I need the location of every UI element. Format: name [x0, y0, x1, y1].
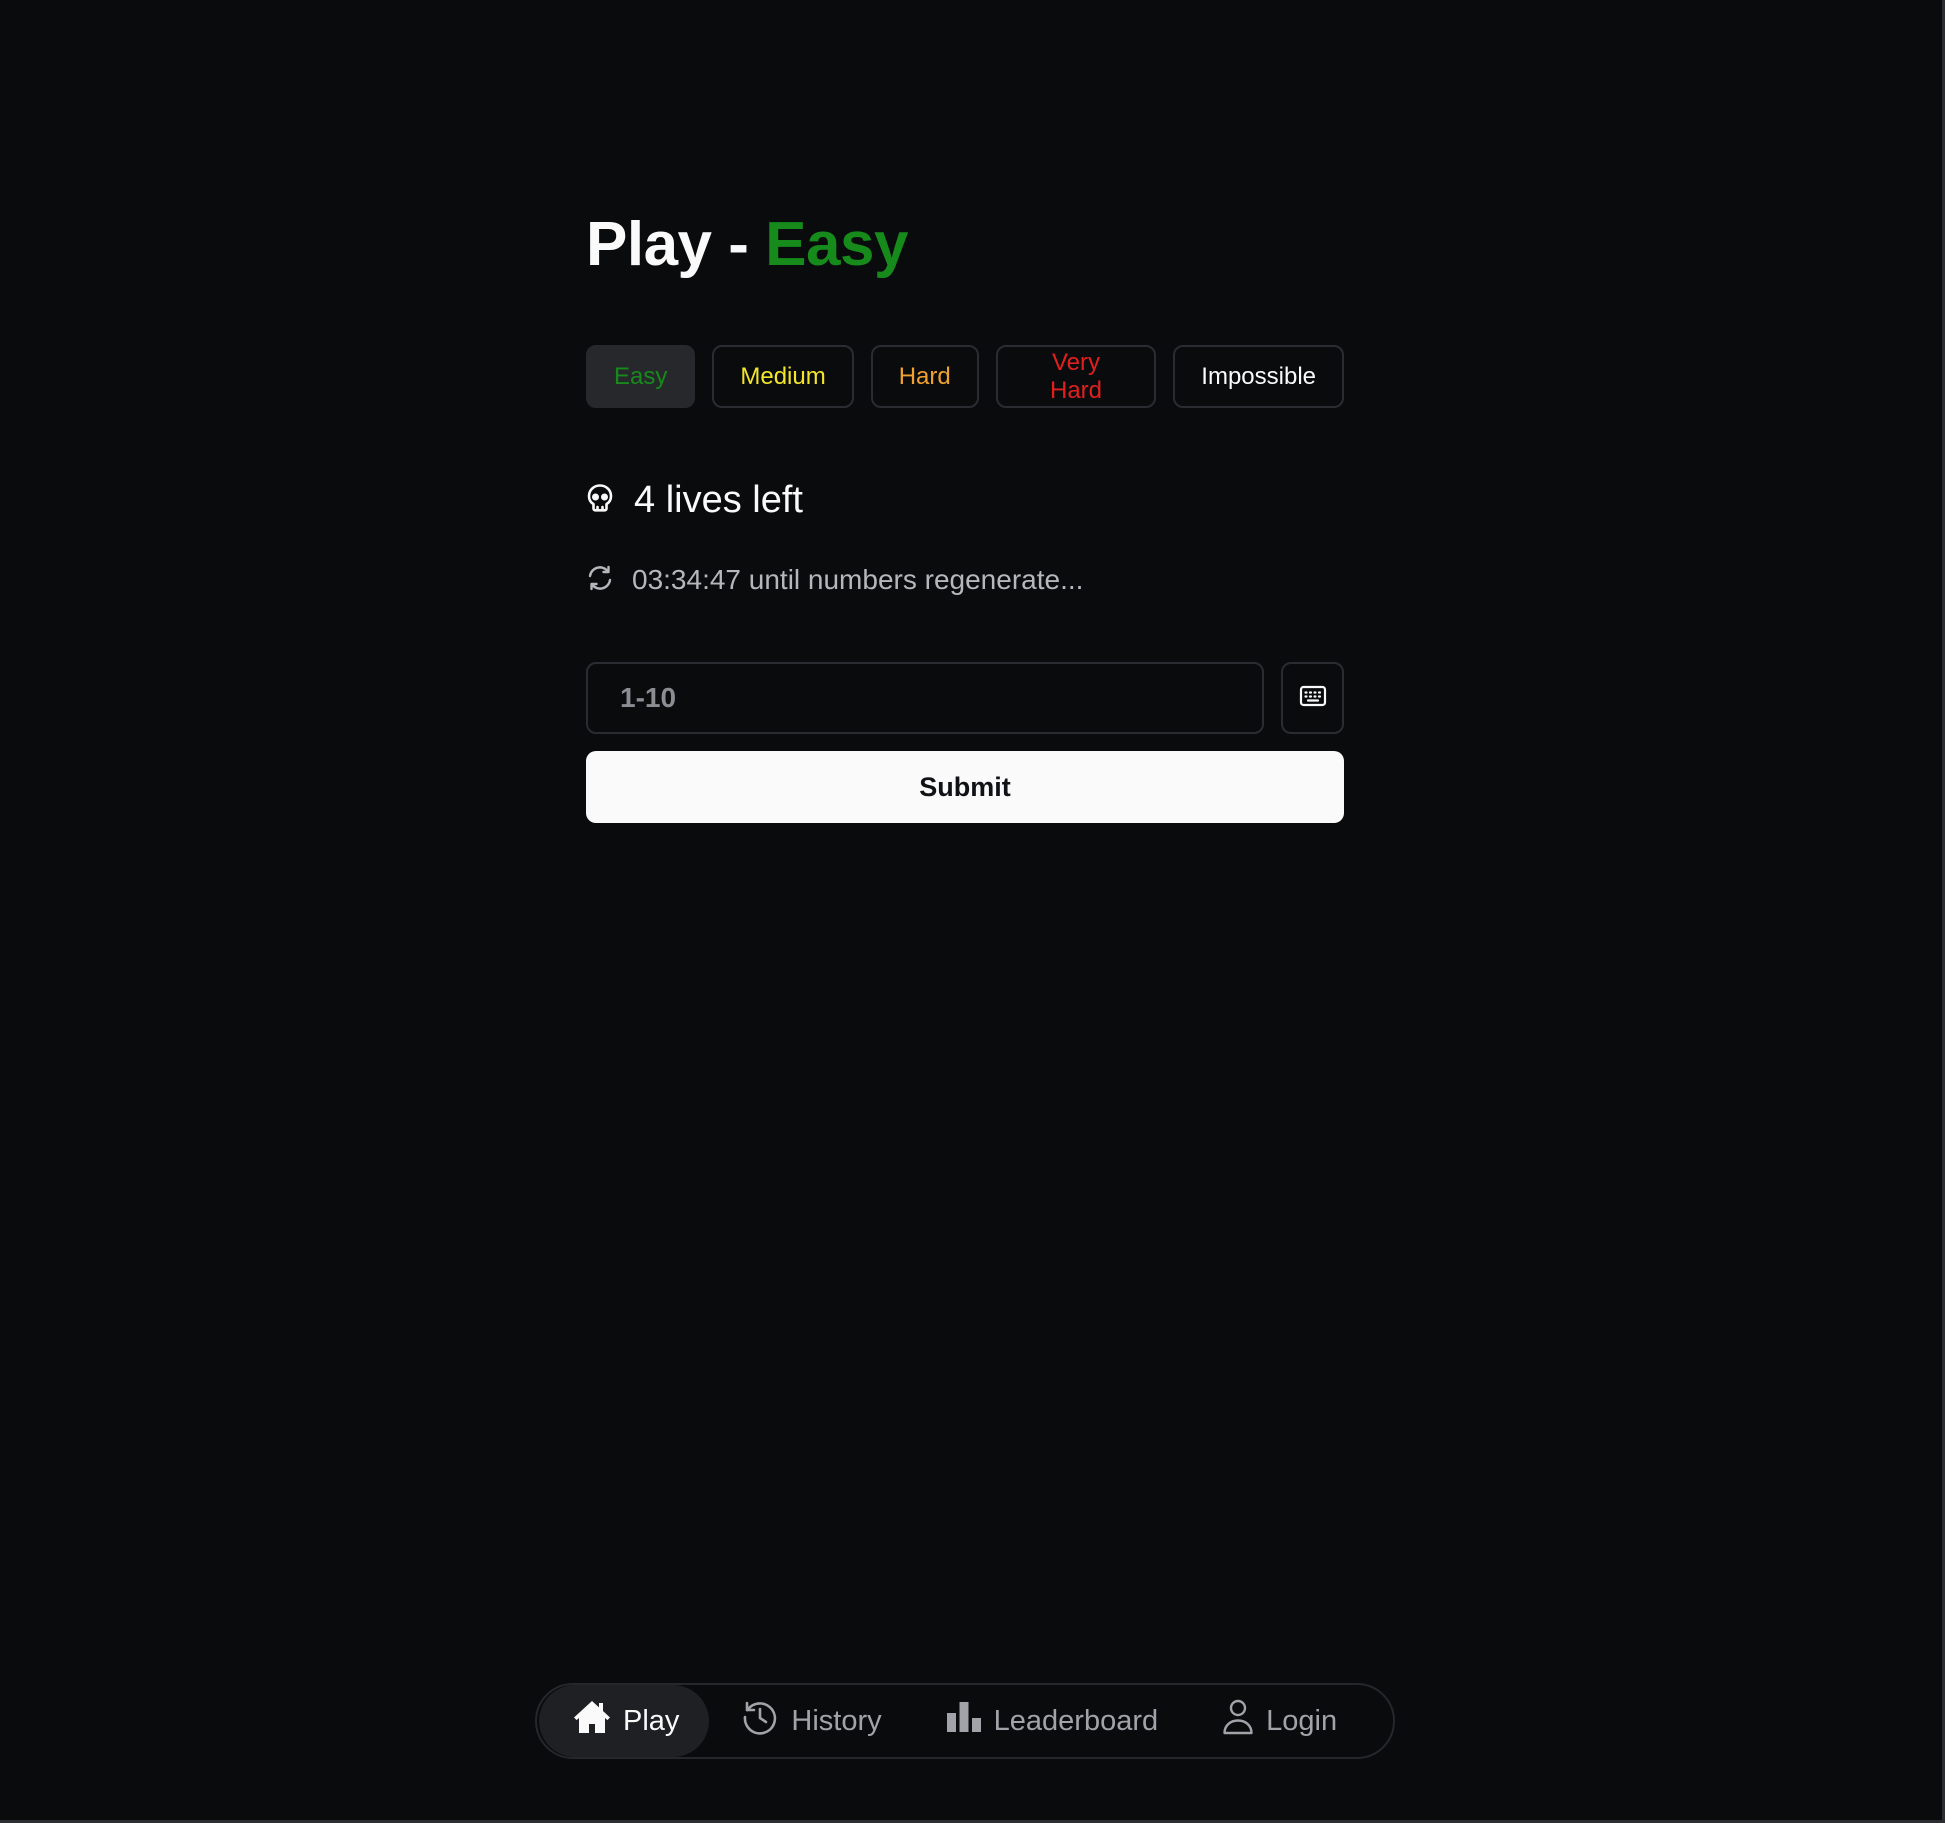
title-prefix: Play - [586, 210, 766, 279]
nav-item-login[interactable]: Login [1190, 1685, 1369, 1757]
nav-label-play: Play [623, 1704, 680, 1737]
bottom-nav: Play History Leaderboard Login [535, 1683, 1395, 1759]
nav-label-leaderboard: Leaderboard [993, 1704, 1159, 1737]
play-panel: Play - Easy Easy Medium Hard Very Hard I… [586, 205, 1344, 823]
difficulty-impossible-button[interactable]: Impossible [1173, 345, 1344, 408]
nav-item-play[interactable]: Play [539, 1685, 710, 1757]
keyboard-toggle-button[interactable] [1281, 662, 1344, 734]
guess-input[interactable] [586, 662, 1264, 734]
nav-label-history: History [791, 1704, 882, 1737]
lives-text: 4 lives left [634, 478, 803, 521]
timer-text: 03:34:47 until numbers regenerate... [632, 564, 1084, 595]
nav-label-login: Login [1266, 1704, 1338, 1737]
guess-row [586, 662, 1344, 734]
home-icon [573, 1699, 611, 1743]
submit-button[interactable]: Submit [586, 751, 1344, 823]
keyboard-icon [1299, 685, 1327, 712]
difficulty-selector: Easy Medium Hard Very Hard Impossible [586, 345, 1344, 408]
page-title: Play - Easy [586, 205, 1344, 285]
title-level: Easy [765, 210, 908, 279]
skull-icon [586, 483, 614, 518]
refresh-icon [586, 564, 614, 597]
bar-chart-icon [946, 1701, 982, 1741]
history-icon [741, 1698, 779, 1744]
regenerate-timer: 03:34:47 until numbers regenerate... [586, 558, 1344, 602]
user-icon [1222, 1699, 1254, 1743]
nav-item-leaderboard[interactable]: Leaderboard [914, 1685, 1190, 1757]
difficulty-hard-button[interactable]: Hard [870, 345, 979, 408]
difficulty-very-hard-button[interactable]: Very Hard [995, 345, 1157, 408]
lives-status: 4 lives left [586, 478, 1344, 522]
difficulty-medium-button[interactable]: Medium [712, 345, 854, 408]
nav-item-history[interactable]: History [709, 1685, 913, 1757]
app-page: Play - Easy Easy Medium Hard Very Hard I… [0, 0, 1945, 1823]
difficulty-easy-button[interactable]: Easy [586, 345, 696, 408]
